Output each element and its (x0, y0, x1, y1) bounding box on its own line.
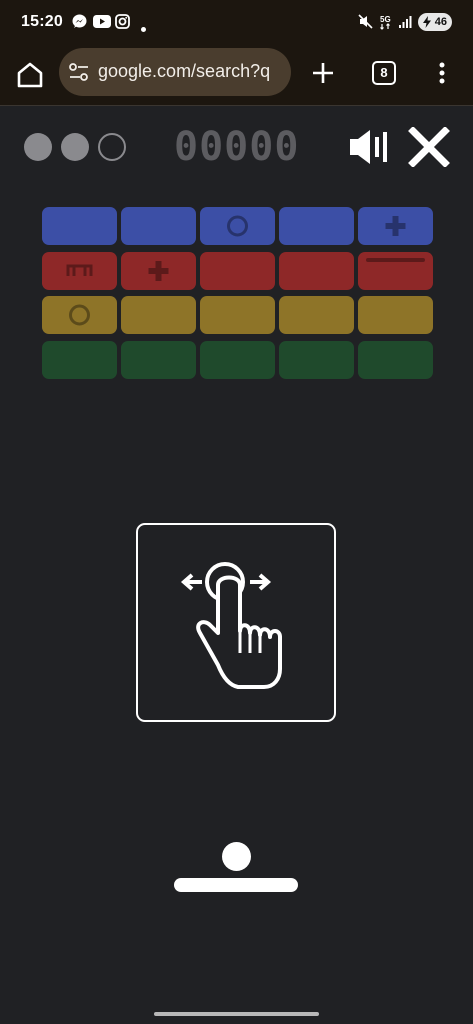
barrier-icon (66, 264, 93, 276)
status-bar: 15:20 5G 46 (0, 0, 473, 44)
url-bar[interactable]: google.com/search?q (59, 48, 291, 96)
circle-icon (69, 304, 90, 326)
brick (279, 340, 354, 379)
mute-icon (358, 14, 374, 29)
svg-text:5G: 5G (380, 15, 391, 24)
brick-circle (200, 207, 275, 245)
navigation-bar (0, 1004, 473, 1024)
ball (222, 842, 251, 871)
dot-icon (141, 19, 146, 32)
brick-plus (358, 207, 433, 245)
brick (279, 251, 354, 290)
brick (358, 340, 433, 379)
brick (358, 296, 433, 334)
brick-circle (42, 296, 117, 334)
status-time: 15:20 (21, 13, 63, 30)
brick (42, 340, 117, 379)
more-vert-icon (439, 62, 445, 84)
screen: 15:20 5G 46 google.com/search?q 8 00000 (0, 0, 473, 1024)
swipe-tutorial (136, 523, 336, 722)
dash-icon (366, 257, 425, 262)
5g-icon: 5G (379, 14, 395, 30)
tab-switcher-button[interactable]: 8 (372, 61, 396, 85)
brick (279, 207, 354, 245)
brick-barrier (42, 251, 117, 290)
brick-plus (121, 251, 196, 290)
url-text: google.com/search?q (98, 61, 271, 81)
home-button[interactable] (13, 58, 47, 92)
brick-dash (358, 251, 433, 290)
circle-icon (227, 215, 248, 237)
charging-icon (423, 16, 431, 28)
youtube-icon (93, 14, 111, 29)
plus-icon (148, 260, 169, 281)
site-settings-icon (69, 63, 88, 81)
brick (121, 207, 196, 245)
brick (279, 296, 354, 334)
brick (200, 251, 275, 290)
home-icon (17, 62, 43, 88)
browser-toolbar: google.com/search?q 8 (0, 44, 473, 106)
battery-level: 46 (434, 16, 447, 28)
menu-button[interactable] (432, 58, 452, 88)
swipe-hand-icon (180, 562, 282, 689)
instagram-icon (115, 14, 130, 29)
brick (121, 296, 196, 334)
new-tab-button[interactable] (308, 58, 338, 88)
brick (42, 207, 117, 245)
home-gesture-bar[interactable] (154, 1012, 319, 1016)
game-area[interactable]: 00000 (0, 107, 473, 1004)
plus-icon (313, 63, 333, 83)
paddle[interactable] (174, 878, 298, 892)
brick-grid (0, 107, 473, 407)
brick (200, 296, 275, 334)
brick (200, 340, 275, 379)
battery-indicator: 46 (418, 13, 452, 31)
messenger-icon (72, 14, 87, 29)
brick (121, 340, 196, 379)
signal-icon (398, 14, 412, 29)
plus-icon (385, 216, 406, 236)
